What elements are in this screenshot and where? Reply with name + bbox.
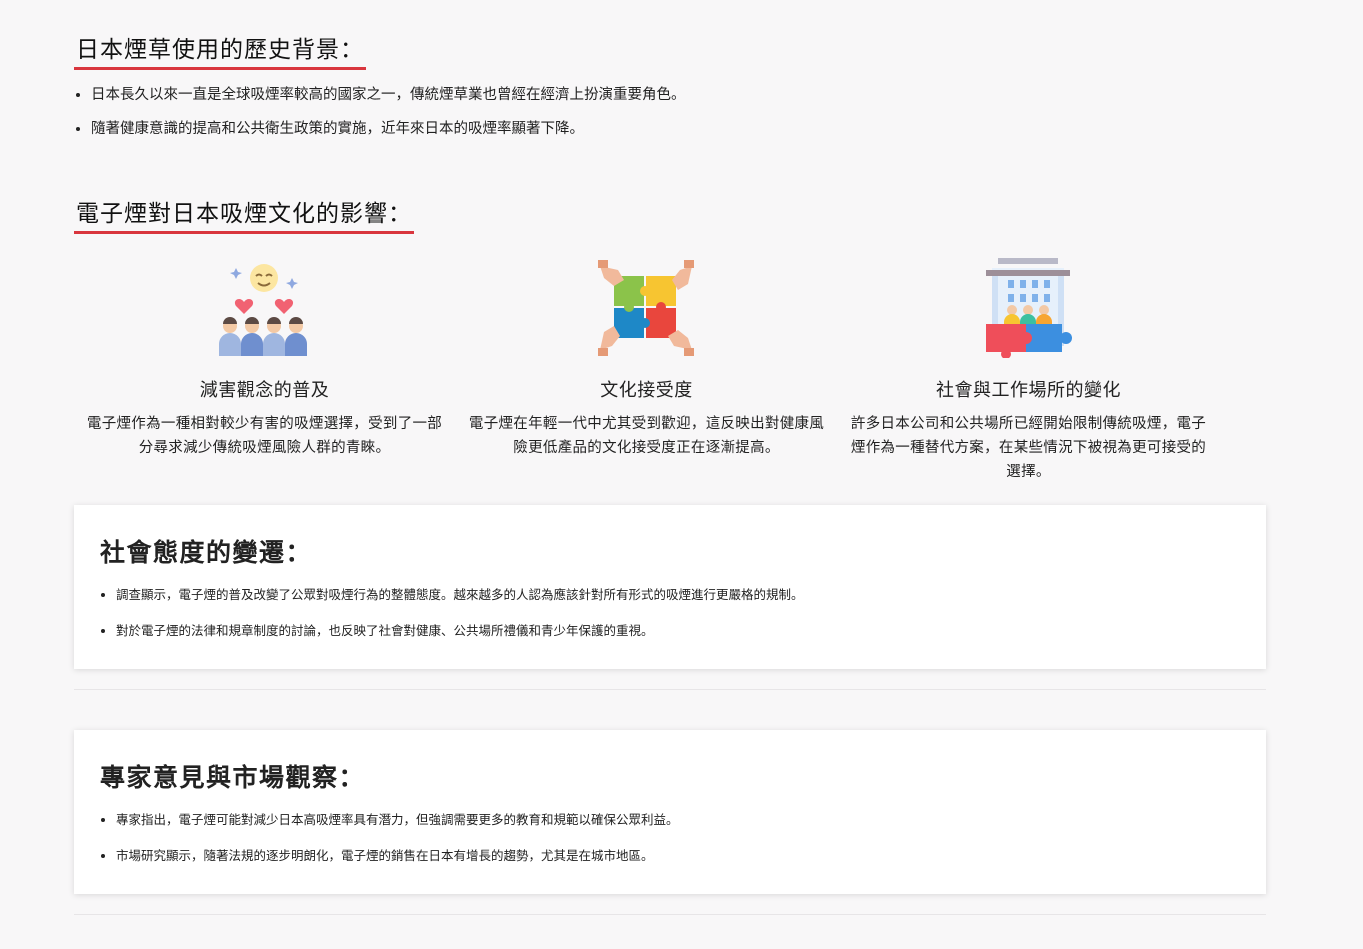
workplace-puzzle-icon bbox=[986, 258, 1072, 358]
feature-description: 許多日本公司和公共場所已經開始限制傳統吸煙，電子煙作為一種替代方案，在某些情況下… bbox=[850, 416, 1207, 480]
list-item: 對於電子煙的法律和規章制度的討論，也反映了社會對健康、公共場所禮儀和青少年保護的… bbox=[116, 613, 804, 649]
list-item: 隨著健康意識的提高和公共衛生政策的實施，近年來日本的吸煙率顯著下降。 bbox=[91, 112, 686, 146]
list-item: 調查顯示，電子煙的普及改變了公眾對吸煙行為的整體態度。越來越多的人認為應該針對所… bbox=[116, 577, 804, 613]
feature-title: 文化接受度 bbox=[600, 380, 693, 401]
history-list: 日本長久以來一直是全球吸煙率較高的國家之一，傳統煙草業也曾經在經濟上扮演重要角色… bbox=[74, 78, 686, 146]
puzzle-hands-icon bbox=[598, 260, 694, 356]
expert-heading: 專家意見與市場觀察： bbox=[100, 763, 366, 792]
feature-description: 電子煙作為一種相對較少有害的吸煙選擇，受到了一部分尋求減少傳統吸煙風險人群的青睞… bbox=[86, 416, 443, 456]
expert-list: 專家指出，電子煙可能對減少日本高吸煙率具有潛力，但強調需要更多的教育和規範以確保… bbox=[100, 802, 679, 874]
social-heading: 社會態度的變遷： bbox=[100, 538, 313, 567]
history-heading: 日本煙草使用的歷史背景： bbox=[74, 30, 366, 70]
expert-market-card: 專家意見與市場觀察： 專家指出，電子煙可能對減少日本高吸煙率具有潛力，但強調需要… bbox=[74, 730, 1266, 894]
impact-heading: 電子煙對日本吸煙文化的影響： bbox=[74, 194, 414, 234]
social-list: 調查顯示，電子煙的普及改變了公眾對吸煙行為的整體態度。越來越多的人認為應該針對所… bbox=[100, 577, 804, 649]
divider bbox=[74, 689, 1266, 690]
feature-description: 電子煙在年輕一代中尤其受到歡迎，這反映出對健康風險更低產品的文化接受度正在逐漸提… bbox=[468, 416, 825, 456]
list-item: 專家指出，電子煙可能對減少日本高吸煙率具有潛力，但強調需要更多的教育和規範以確保… bbox=[116, 802, 679, 838]
list-item: 日本長久以來一直是全球吸煙率較高的國家之一，傳統煙草業也曾經在經濟上扮演重要角色… bbox=[91, 78, 686, 112]
impact-features: 減害觀念的普及 電子煙作為一種相對較少有害的吸煙選擇，受到了一部分尋求減少傳統吸… bbox=[74, 256, 1219, 486]
divider bbox=[74, 914, 1266, 915]
feature-title: 社會與工作場所的變化 bbox=[936, 380, 1121, 401]
page: 日本煙草使用的歷史背景： 日本長久以來一直是全球吸煙率較高的國家之一，傳統煙草業… bbox=[0, 0, 1363, 949]
happy-people-hearts-icon bbox=[219, 264, 307, 356]
social-attitude-card: 社會態度的變遷： 調查顯示，電子煙的普及改變了公眾對吸煙行為的整體態度。越來越多… bbox=[74, 505, 1266, 669]
feature-title: 減害觀念的普及 bbox=[199, 380, 330, 401]
list-item: 市場研究顯示，隨著法規的逐步明朗化，電子煙的銷售在日本有增長的趨勢，尤其是在城市… bbox=[116, 838, 679, 874]
